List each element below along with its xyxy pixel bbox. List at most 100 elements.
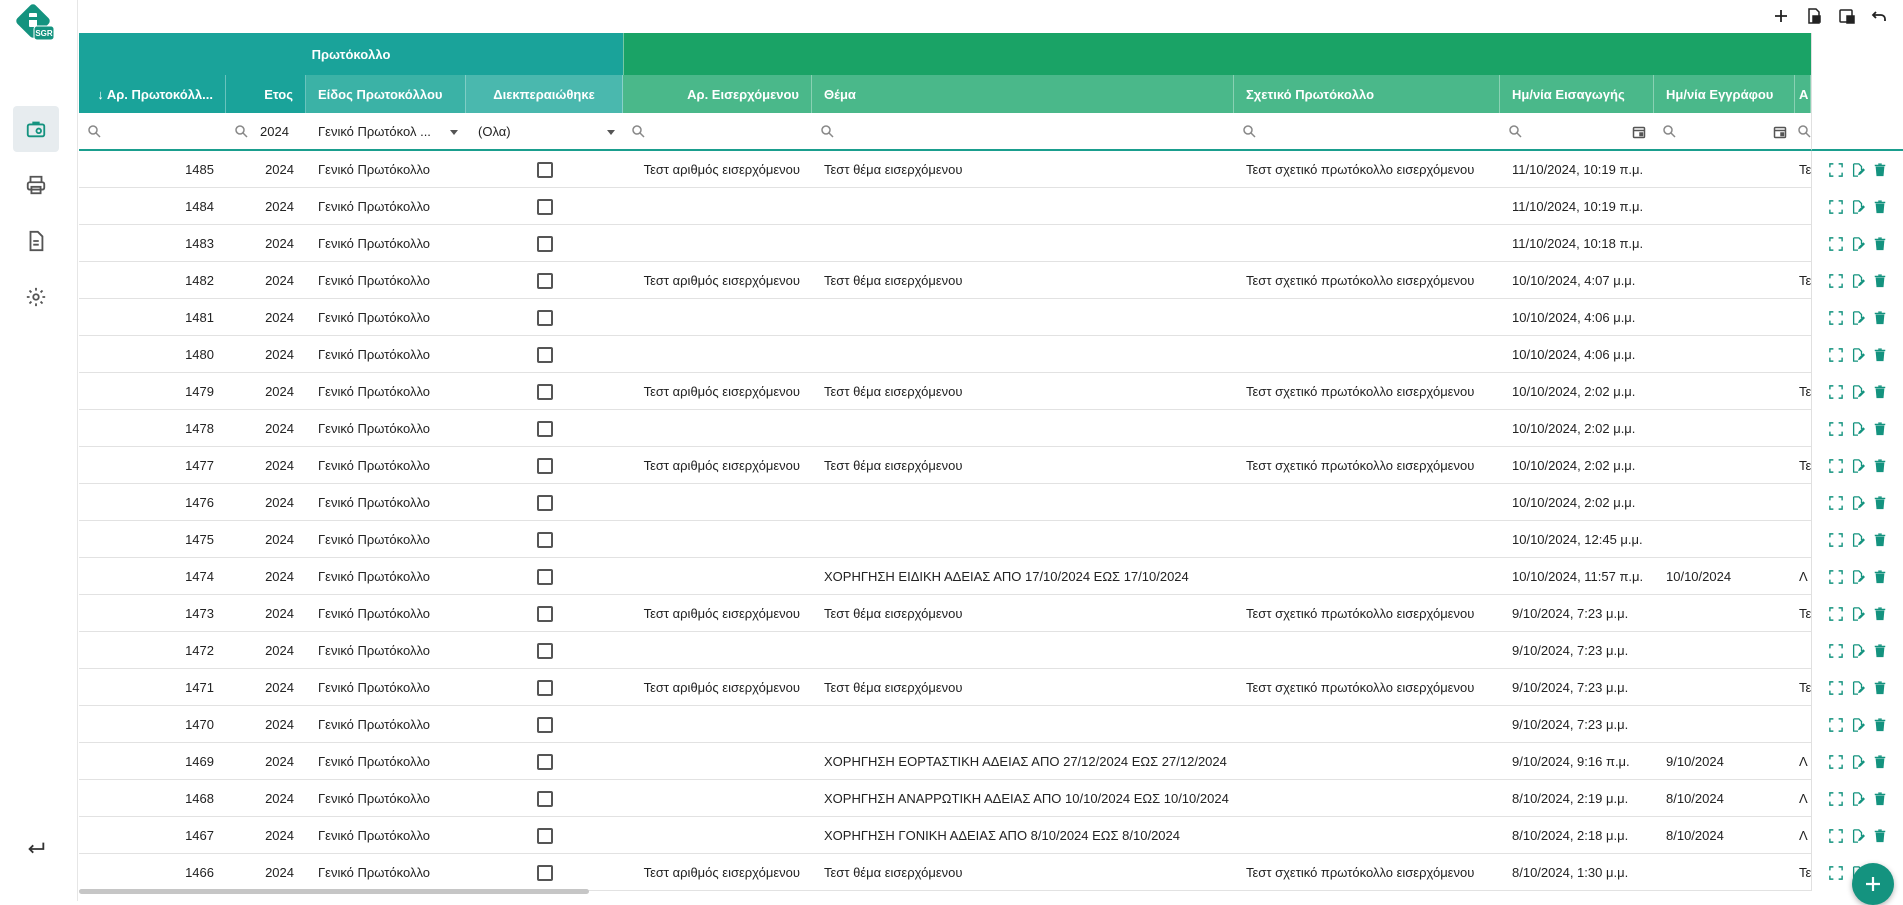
done-checkbox[interactable] [536,531,553,548]
col-header-insert-date[interactable]: Ημ/νία Εισαγωγής [1500,75,1654,113]
delete-button[interactable] [1872,680,1888,696]
table-row[interactable]: 1473 2024 Γενικό Πρωτόκολλο Τεστ αριθμός ει… [79,595,1903,632]
done-checkbox[interactable] [536,753,553,770]
expand-button[interactable] [1828,569,1844,585]
table-row[interactable]: 1477 2024 Γενικό Πρωτόκολλο Τεστ αριθμός ει… [79,447,1903,484]
delete-button[interactable] [1872,273,1888,289]
edit-document-button[interactable] [1850,162,1866,178]
done-checkbox[interactable] [536,716,553,733]
edit-document-button[interactable] [1850,532,1866,548]
expand-button[interactable] [1828,828,1844,844]
add-fab-button[interactable] [1852,863,1894,905]
filter-done-select[interactable]: (Ολα) [466,113,623,151]
expand-button[interactable] [1828,384,1844,400]
done-checkbox[interactable] [536,568,553,585]
expand-button[interactable] [1828,643,1844,659]
done-checkbox[interactable] [536,198,553,215]
delete-button[interactable] [1872,162,1888,178]
expand-button[interactable] [1828,310,1844,326]
expand-button[interactable] [1828,347,1844,363]
edit-document-button[interactable] [1850,717,1866,733]
undo-button[interactable] [1867,4,1891,28]
done-checkbox[interactable] [536,383,553,400]
delete-button[interactable] [1872,199,1888,215]
calendar-icon[interactable] [1632,125,1646,139]
table-row[interactable]: 1483 2024 Γενικό Πρωτόκολλο 11/10/2024, 10:… [79,225,1903,262]
delete-button[interactable] [1872,569,1888,585]
filter-protocol-no[interactable] [79,113,226,151]
table-row[interactable]: 1484 2024 Γενικό Πρωτόκολλο 11/10/2024, 10:… [79,188,1903,225]
filter-doc-date[interactable] [1654,113,1795,151]
filter-incoming-no[interactable] [623,113,812,151]
col-header-protocol-no[interactable]: ↓ Αρ. Πρωτοκόλλ... [79,75,226,113]
table-row[interactable]: 1467 2024 Γενικό Πρωτόκολλο ΧΟΡΗΓΗΣΗ ΓΟΝΙΚΗ… [79,817,1903,854]
delete-button[interactable] [1872,828,1888,844]
delete-button[interactable] [1872,458,1888,474]
expand-button[interactable] [1828,717,1844,733]
done-checkbox[interactable] [536,346,553,363]
delete-button[interactable] [1872,606,1888,622]
expand-button[interactable] [1828,421,1844,437]
done-checkbox[interactable] [536,827,553,844]
app-logo[interactable]: SGR [12,4,56,44]
edit-document-button[interactable] [1850,199,1866,215]
table-row[interactable]: 1472 2024 Γενικό Πρωτόκολλο 9/10/2024, 7:23… [79,632,1903,669]
table-row[interactable]: 1485 2024 Γενικό Πρωτόκολλο Τεστ αριθμός ει… [79,151,1903,188]
done-checkbox[interactable] [536,679,553,696]
done-checkbox[interactable] [536,272,553,289]
delete-button[interactable] [1872,347,1888,363]
table-row[interactable]: 1471 2024 Γενικό Πρωτόκολλο Τεστ αριθμός ει… [79,669,1903,706]
nav-logout[interactable] [13,826,59,872]
filter-extra[interactable] [1795,113,1811,151]
horizontal-scrollbar[interactable] [79,889,589,894]
table-row[interactable]: 1481 2024 Γενικό Πρωτόκολλο 10/10/2024, 4:0… [79,299,1903,336]
delete-button[interactable] [1872,421,1888,437]
delete-button[interactable] [1872,643,1888,659]
expand-button[interactable] [1828,273,1844,289]
delete-button[interactable] [1872,717,1888,733]
delete-button[interactable] [1872,495,1888,511]
filter-subject[interactable] [812,113,1234,151]
table-row[interactable]: 1469 2024 Γενικό Πρωτόκολλο ΧΟΡΗΓΗΣΗ ΕΟΡΤΑΣ… [79,743,1903,780]
expand-button[interactable] [1828,162,1844,178]
expand-button[interactable] [1828,754,1844,770]
col-header-doc-date[interactable]: Ημ/νία Εγγράφου [1654,75,1795,113]
layout-button[interactable] [1835,4,1859,28]
expand-button[interactable] [1828,865,1844,881]
nav-protocol[interactable] [13,106,59,152]
table-row[interactable]: 1470 2024 Γενικό Πρωτόκολλο 9/10/2024, 7:23… [79,706,1903,743]
table-row[interactable]: 1480 2024 Γενικό Πρωτόκολλο 10/10/2024, 4:0… [79,336,1903,373]
expand-button[interactable] [1828,606,1844,622]
filter-year[interactable]: 2024 [226,113,306,151]
delete-button[interactable] [1872,236,1888,252]
edit-document-button[interactable] [1850,606,1866,622]
edit-document-button[interactable] [1850,495,1866,511]
edit-document-button[interactable] [1850,680,1866,696]
done-checkbox[interactable] [536,235,553,252]
edit-document-button[interactable] [1850,421,1866,437]
table-row[interactable]: 1468 2024 Γενικό Πρωτόκολλο ΧΟΡΗΓΗΣΗ ΑΝΑΡΡΩ… [79,780,1903,817]
col-header-related[interactable]: Σχετικό Πρωτόκολλο [1234,75,1500,113]
calendar-icon[interactable] [1773,125,1787,139]
done-checkbox[interactable] [536,790,553,807]
done-checkbox[interactable] [536,605,553,622]
expand-button[interactable] [1828,680,1844,696]
edit-document-button[interactable] [1850,828,1866,844]
delete-button[interactable] [1872,532,1888,548]
edit-document-button[interactable] [1850,310,1866,326]
col-header-kind[interactable]: Είδος Πρωτοκόλλου [306,75,466,113]
done-checkbox[interactable] [536,457,553,474]
done-checkbox[interactable] [536,161,553,178]
table-row[interactable]: 1482 2024 Γενικό Πρωτόκολλο Τεστ αριθμός ει… [79,262,1903,299]
table-row[interactable]: 1479 2024 Γενικό Πρωτόκολλο Τεστ αριθμός ει… [79,373,1903,410]
edit-document-button[interactable] [1850,569,1866,585]
delete-button[interactable] [1872,384,1888,400]
done-checkbox[interactable] [536,309,553,326]
filter-related[interactable] [1234,113,1500,151]
filter-insert-date[interactable] [1500,113,1654,151]
nav-documents[interactable] [13,218,59,264]
done-checkbox[interactable] [536,494,553,511]
delete-button[interactable] [1872,310,1888,326]
add-button[interactable] [1769,4,1793,28]
expand-button[interactable] [1828,791,1844,807]
